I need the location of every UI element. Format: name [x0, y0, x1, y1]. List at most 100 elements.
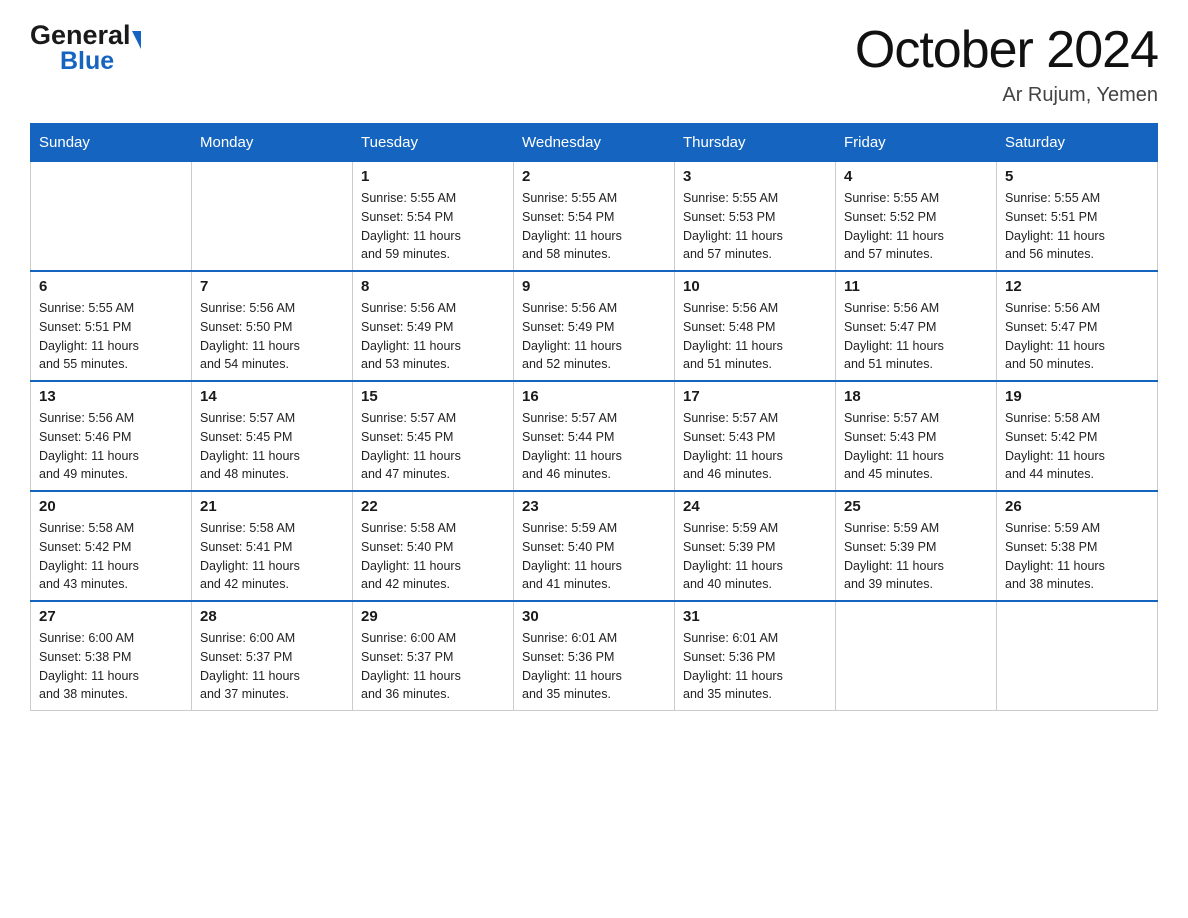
day-of-week-header: Wednesday — [514, 124, 675, 162]
day-info-text: Sunrise: 5:57 AMSunset: 5:43 PMDaylight:… — [844, 409, 988, 484]
calendar-cell: 13Sunrise: 5:56 AMSunset: 5:46 PMDayligh… — [31, 381, 192, 491]
calendar-cell: 1 Sunrise: 5:55 AMSunset: 5:54 PMDaylight… — [353, 162, 514, 272]
calendar-cell: 31 Sunrise: 6:01 AMSunset: 5:36 PMDayligh… — [675, 601, 836, 711]
day-number: 16 — [522, 388, 666, 405]
calendar-cell: 11 Sunrise: 5:56 AMSunset: 5:47 PMDayligh… — [836, 271, 997, 381]
day-number: 7 — [200, 278, 344, 295]
calendar-cell: 16 Sunrise: 5:57 AMSunset: 5:44 PMDayligh… — [514, 381, 675, 491]
day-info-text: Sunrise: 5:56 AMSunset: 5:48 PMDaylight:… — [683, 299, 827, 374]
calendar-cell: 5 Sunrise: 5:55 AMSunset: 5:51 PMDaylight… — [997, 162, 1158, 272]
day-number: 10 — [683, 278, 827, 295]
calendar-cell: 8 Sunrise: 5:56 AMSunset: 5:49 PMDaylight… — [353, 271, 514, 381]
day-number: 25 — [844, 498, 988, 515]
day-number: 9 — [522, 278, 666, 295]
day-info-text: Sunrise: 6:00 AMSunset: 5:38 PMDaylight:… — [39, 629, 183, 704]
logo-arrow-icon — [132, 31, 141, 49]
calendar-cell: 3Sunrise: 5:55 AMSunset: 5:53 PMDaylight… — [675, 162, 836, 272]
day-info-text: Sunrise: 5:57 AMSunset: 5:44 PMDaylight:… — [522, 409, 666, 484]
calendar-cell: 10 Sunrise: 5:56 AMSunset: 5:48 PMDayligh… — [675, 271, 836, 381]
title-area: October 2024 Ar Rujum, Yemen — [855, 20, 1158, 107]
calendar-cell — [997, 601, 1158, 711]
calendar-cell: 22 Sunrise: 5:58 AMSunset: 5:40 PMDayligh… — [353, 491, 514, 601]
day-of-week-header: Sunday — [31, 124, 192, 162]
calendar-week-row: 20 Sunrise: 5:58 AMSunset: 5:42 PMDayligh… — [31, 491, 1158, 601]
day-info-text: Sunrise: 5:58 AMSunset: 5:42 PMDaylight:… — [39, 519, 183, 594]
day-info-text: Sunrise: 5:55 AMSunset: 5:54 PMDaylight:… — [522, 189, 666, 264]
calendar-week-row: 6Sunrise: 5:55 AMSunset: 5:51 PMDaylight… — [31, 271, 1158, 381]
day-info-text: Sunrise: 5:59 AMSunset: 5:40 PMDaylight:… — [522, 519, 666, 594]
day-info-text: Sunrise: 5:56 AMSunset: 5:49 PMDaylight:… — [361, 299, 505, 374]
day-of-week-header: Thursday — [675, 124, 836, 162]
day-info-text: Sunrise: 5:58 AMSunset: 5:41 PMDaylight:… — [200, 519, 344, 594]
day-info-text: Sunrise: 5:58 AMSunset: 5:40 PMDaylight:… — [361, 519, 505, 594]
day-info-text: Sunrise: 5:59 AMSunset: 5:39 PMDaylight:… — [683, 519, 827, 594]
calendar-cell: 15Sunrise: 5:57 AMSunset: 5:45 PMDayligh… — [353, 381, 514, 491]
calendar-cell: 9Sunrise: 5:56 AMSunset: 5:49 PMDaylight… — [514, 271, 675, 381]
calendar-cell: 27 Sunrise: 6:00 AMSunset: 5:38 PMDayligh… — [31, 601, 192, 711]
day-number: 12 — [1005, 278, 1149, 295]
day-info-text: Sunrise: 5:55 AMSunset: 5:51 PMDaylight:… — [1005, 189, 1149, 264]
calendar-cell: 6Sunrise: 5:55 AMSunset: 5:51 PMDaylight… — [31, 271, 192, 381]
calendar-cell: 25Sunrise: 5:59 AMSunset: 5:39 PMDayligh… — [836, 491, 997, 601]
day-number: 27 — [39, 608, 183, 625]
calendar-cell — [192, 162, 353, 272]
day-number: 29 — [361, 608, 505, 625]
calendar-table: SundayMondayTuesdayWednesdayThursdayFrid… — [30, 123, 1158, 711]
calendar-cell: 29 Sunrise: 6:00 AMSunset: 5:37 PMDayligh… — [353, 601, 514, 711]
day-of-week-header: Tuesday — [353, 124, 514, 162]
day-number: 28 — [200, 608, 344, 625]
day-info-text: Sunrise: 5:57 AMSunset: 5:45 PMDaylight:… — [361, 409, 505, 484]
day-number: 19 — [1005, 388, 1149, 405]
day-info-text: Sunrise: 5:58 AMSunset: 5:42 PMDaylight:… — [1005, 409, 1149, 484]
day-info-text: Sunrise: 5:55 AMSunset: 5:52 PMDaylight:… — [844, 189, 988, 264]
month-title: October 2024 — [855, 20, 1158, 80]
day-number: 17 — [683, 388, 827, 405]
day-info-text: Sunrise: 5:56 AMSunset: 5:46 PMDaylight:… — [39, 409, 183, 484]
day-number: 21 — [200, 498, 344, 515]
calendar-cell: 2 Sunrise: 5:55 AMSunset: 5:54 PMDaylight… — [514, 162, 675, 272]
day-of-week-header: Friday — [836, 124, 997, 162]
day-number: 31 — [683, 608, 827, 625]
day-number: 18 — [844, 388, 988, 405]
day-info-text: Sunrise: 5:55 AMSunset: 5:53 PMDaylight:… — [683, 189, 827, 264]
day-number: 6 — [39, 278, 183, 295]
day-info-text: Sunrise: 5:55 AMSunset: 5:54 PMDaylight:… — [361, 189, 505, 264]
day-number: 23 — [522, 498, 666, 515]
day-info-text: Sunrise: 5:59 AMSunset: 5:38 PMDaylight:… — [1005, 519, 1149, 594]
calendar-cell — [31, 162, 192, 272]
calendar-cell: 23 Sunrise: 5:59 AMSunset: 5:40 PMDayligh… — [514, 491, 675, 601]
calendar-cell: 26Sunrise: 5:59 AMSunset: 5:38 PMDayligh… — [997, 491, 1158, 601]
day-number: 8 — [361, 278, 505, 295]
day-info-text: Sunrise: 6:00 AMSunset: 5:37 PMDaylight:… — [200, 629, 344, 704]
day-number: 5 — [1005, 168, 1149, 185]
day-number: 20 — [39, 498, 183, 515]
day-info-text: Sunrise: 5:57 AMSunset: 5:45 PMDaylight:… — [200, 409, 344, 484]
day-info-text: Sunrise: 5:57 AMSunset: 5:43 PMDaylight:… — [683, 409, 827, 484]
calendar-cell: 21 Sunrise: 5:58 AMSunset: 5:41 PMDayligh… — [192, 491, 353, 601]
day-info-text: Sunrise: 5:56 AMSunset: 5:47 PMDaylight:… — [844, 299, 988, 374]
logo: General Blue — [30, 20, 141, 76]
day-info-text: Sunrise: 6:01 AMSunset: 5:36 PMDaylight:… — [522, 629, 666, 704]
calendar-week-row: 13Sunrise: 5:56 AMSunset: 5:46 PMDayligh… — [31, 381, 1158, 491]
calendar-cell: 20 Sunrise: 5:58 AMSunset: 5:42 PMDayligh… — [31, 491, 192, 601]
day-number: 1 — [361, 168, 505, 185]
day-number: 22 — [361, 498, 505, 515]
day-of-week-header: Saturday — [997, 124, 1158, 162]
calendar-cell: 4 Sunrise: 5:55 AMSunset: 5:52 PMDaylight… — [836, 162, 997, 272]
page-header: General Blue October 2024 Ar Rujum, Yeme… — [30, 20, 1158, 107]
day-number: 14 — [200, 388, 344, 405]
calendar-cell: 7Sunrise: 5:56 AMSunset: 5:50 PMDaylight… — [192, 271, 353, 381]
calendar-cell: 28 Sunrise: 6:00 AMSunset: 5:37 PMDayligh… — [192, 601, 353, 711]
day-number: 4 — [844, 168, 988, 185]
day-number: 30 — [522, 608, 666, 625]
calendar-cell: 19 Sunrise: 5:58 AMSunset: 5:42 PMDayligh… — [997, 381, 1158, 491]
calendar-header-row: SundayMondayTuesdayWednesdayThursdayFrid… — [31, 124, 1158, 162]
day-number: 11 — [844, 278, 988, 295]
day-info-text: Sunrise: 6:00 AMSunset: 5:37 PMDaylight:… — [361, 629, 505, 704]
day-number: 2 — [522, 168, 666, 185]
location-label: Ar Rujum, Yemen — [855, 84, 1158, 107]
day-info-text: Sunrise: 5:56 AMSunset: 5:47 PMDaylight:… — [1005, 299, 1149, 374]
calendar-cell: 12 Sunrise: 5:56 AMSunset: 5:47 PMDayligh… — [997, 271, 1158, 381]
day-info-text: Sunrise: 6:01 AMSunset: 5:36 PMDaylight:… — [683, 629, 827, 704]
calendar-cell: 17 Sunrise: 5:57 AMSunset: 5:43 PMDayligh… — [675, 381, 836, 491]
